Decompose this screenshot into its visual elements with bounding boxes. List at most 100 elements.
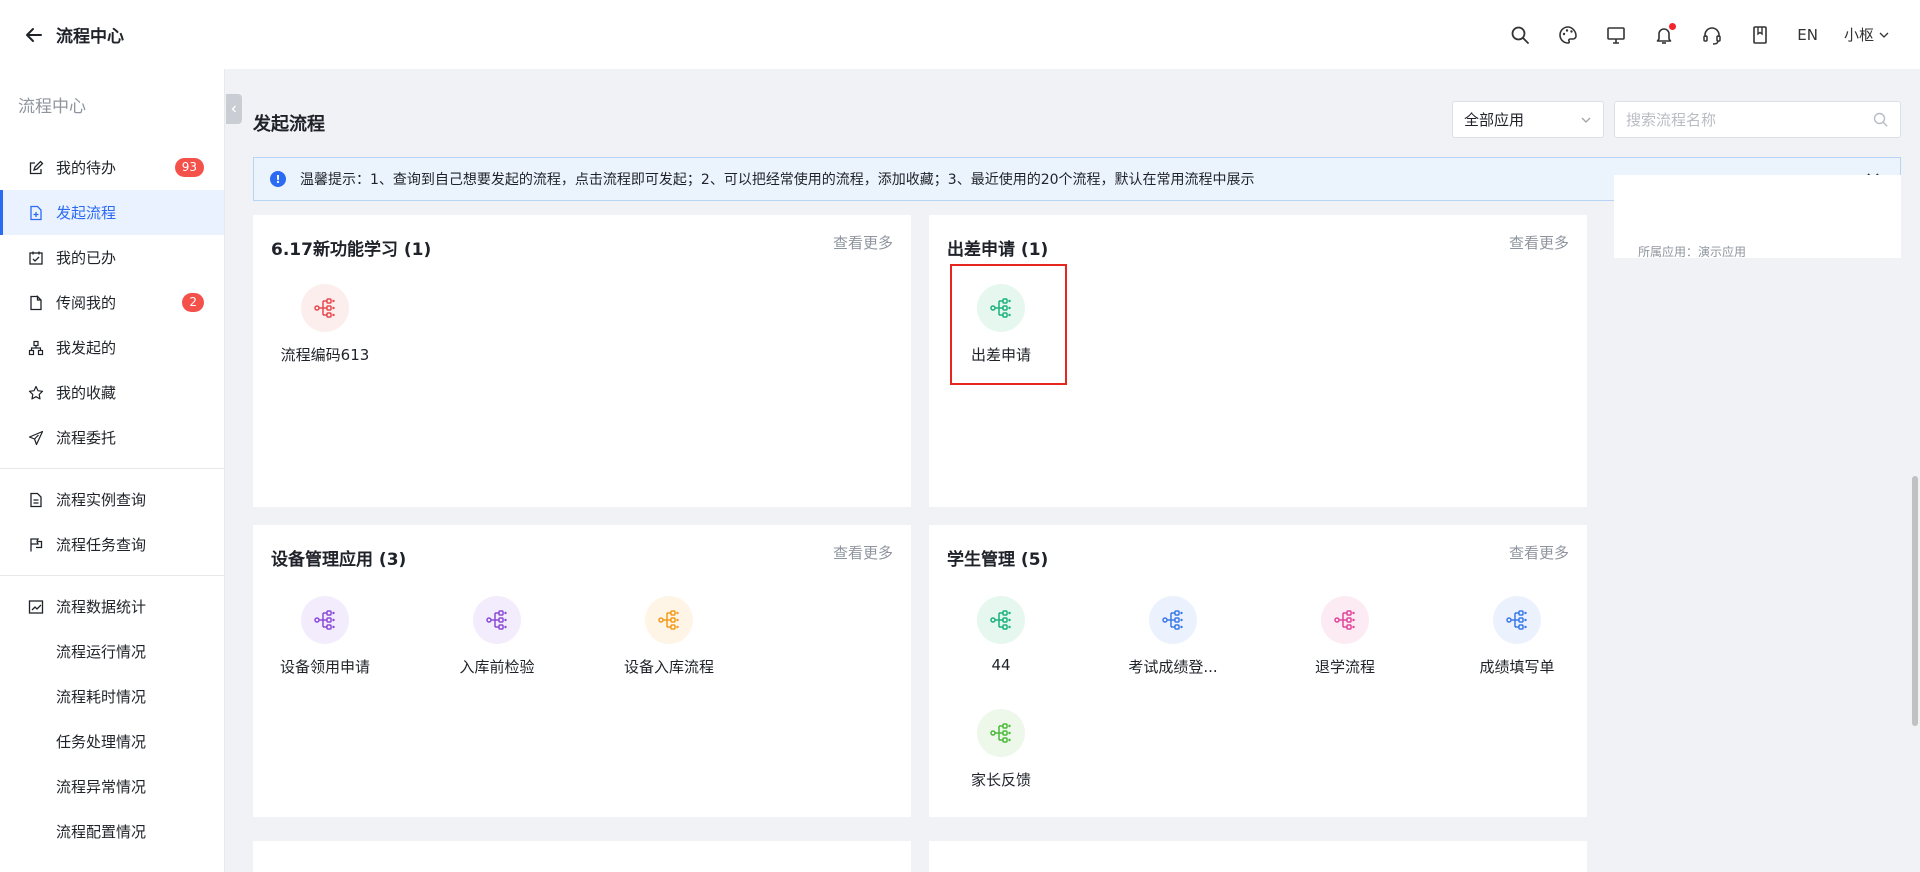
process-tree-icon (486, 610, 507, 630)
view-more-link[interactable]: 查看更多 (1509, 542, 1569, 563)
flow-icon (977, 709, 1025, 757)
notification-dot (1669, 22, 1677, 30)
sidebar-divider (0, 575, 224, 576)
flow-label: 设备入库流程 (623, 658, 714, 676)
scrollbar-thumb[interactable] (1912, 476, 1918, 726)
flow-label: 退学流程 (1314, 658, 1375, 676)
process-tree-icon (1334, 610, 1355, 630)
category-card: 出差申请 (1) 查看更多 出差申请 (929, 215, 1587, 507)
flow-label: 设备领用申请 (279, 658, 370, 676)
process-tree-icon (990, 610, 1011, 630)
search-box[interactable] (1614, 101, 1901, 138)
sidebar-subitem-exceptions[interactable]: 流程异常情况 (0, 764, 224, 809)
sidebar-subitem-duration[interactable]: 流程耗时情况 (0, 674, 224, 719)
edit-icon (28, 160, 44, 176)
header-title: 流程中心 (56, 27, 124, 47)
sidebar-item-favorites[interactable]: 我的收藏 (0, 370, 224, 415)
sidebar-item-label: 我的已办 (56, 249, 117, 267)
flow-item[interactable]: 家长反馈 (936, 709, 1066, 790)
sidebar-item-instance-query[interactable]: 流程实例查询 (0, 477, 224, 522)
file-plus-icon (28, 205, 44, 221)
sidebar-item-done[interactable]: 我的已办 (0, 235, 224, 280)
sidebar-item-label: 传阅我的 (56, 294, 117, 312)
flow-icon (301, 284, 349, 332)
search-icon[interactable] (1872, 111, 1889, 128)
sidebar-title: 流程中心 (18, 97, 86, 117)
view-more-link[interactable]: 查看更多 (833, 542, 893, 563)
flow-item[interactable]: 考试成绩登... (1108, 596, 1238, 677)
sidebar-item-label: 我发起的 (56, 339, 117, 357)
file-icon (28, 294, 44, 311)
main-content: 发起流程 全部应用 ! 温馨提示：1、查询到自己想要发起的流程，点击流程即可发起… (253, 69, 1903, 872)
org-chart-icon (28, 340, 44, 356)
flow-item[interactable]: 入库前检验 (432, 596, 562, 677)
flow-icon (1493, 596, 1541, 644)
chart-icon (28, 599, 44, 615)
tip-text: 温馨提示：1、查询到自己想要发起的流程，点击流程即可发起；2、可以把经常使用的流… (300, 172, 1255, 188)
sidebar-item-circulated[interactable]: 传阅我的 2 (0, 280, 224, 325)
process-tree-icon (658, 610, 679, 630)
sidebar-item-initiated[interactable]: 我发起的 (0, 325, 224, 370)
sidebar-item-label: 流程实例查询 (56, 491, 147, 509)
user-name: 小枢 (1843, 26, 1874, 44)
flow-item[interactable]: 流程编码613 (260, 284, 390, 365)
process-tree-icon (314, 298, 335, 318)
flow-item[interactable]: 设备入库流程 (604, 596, 734, 677)
sidebar-subitem-task-handling[interactable]: 任务处理情况 (0, 719, 224, 764)
bell-icon[interactable] (1653, 22, 1677, 46)
process-tree-icon (314, 610, 335, 630)
send-icon (28, 430, 44, 446)
category-card (929, 841, 1587, 872)
view-more-link[interactable]: 查看更多 (1509, 232, 1569, 253)
sidebar-collapse-button[interactable] (226, 94, 242, 124)
chevron-down-icon (1879, 32, 1889, 38)
document-list-icon (28, 492, 44, 508)
flow-icon (473, 596, 521, 644)
view-more-link[interactable]: 查看更多 (833, 232, 893, 253)
search-input[interactable] (1626, 110, 1856, 129)
app-select[interactable]: 全部应用 (1452, 101, 1604, 138)
sidebar-item-start-flow[interactable]: 发起流程 (0, 190, 224, 235)
flow-label: 成绩填写单 (1479, 658, 1555, 676)
flow-icon (645, 596, 693, 644)
top-header: 流程中心 EN 小枢 (0, 0, 1920, 69)
category-card: 设备管理应用 (3) 查看更多 设备领用申请 入库前检验 设备入库流程 (253, 525, 911, 817)
flow-icon (1321, 596, 1369, 644)
search-icon[interactable] (1509, 24, 1531, 46)
info-icon: ! (270, 171, 286, 187)
language-toggle[interactable]: EN (1797, 26, 1818, 44)
flow-item[interactable]: 设备领用申请 (260, 596, 390, 677)
sidebar-item-label: 流程委托 (56, 429, 117, 447)
flow-label: 流程编码613 (280, 346, 370, 364)
flow-item[interactable]: 44 (936, 596, 1066, 674)
book-icon[interactable] (1749, 24, 1771, 46)
sidebar-item-task-query[interactable]: 流程任务查询 (0, 522, 224, 567)
sidebar-item-statistics[interactable]: 流程数据统计 (0, 584, 224, 629)
flow-label: 入库前检验 (459, 658, 535, 676)
flow-item[interactable]: 退学流程 (1280, 596, 1410, 677)
sidebar-subitem-running[interactable]: 流程运行情况 (0, 629, 224, 674)
palette-icon[interactable] (1557, 24, 1579, 46)
sidebar-item-todo[interactable]: 我的待办 93 (0, 145, 224, 190)
process-tree-icon (1506, 610, 1527, 630)
headset-icon[interactable] (1701, 24, 1723, 46)
arrow-left-icon (26, 27, 42, 42)
user-menu[interactable]: 小枢 (1844, 24, 1890, 45)
process-tree-icon (1162, 610, 1183, 630)
flow-label: 44 (991, 656, 1011, 674)
flow-label: 家长反馈 (970, 771, 1031, 789)
back-button[interactable]: 流程中心 (24, 22, 124, 47)
monitor-icon[interactable] (1605, 24, 1627, 46)
sidebar-item-label: 我的待办 (56, 159, 117, 177)
todo-badge: 93 (174, 158, 204, 177)
sidebar-subitem-config[interactable]: 流程配置情况 (0, 809, 224, 854)
calendar-check-icon (28, 250, 44, 266)
sidebar: 流程中心 我的待办 93 发起流程 我的已办 传阅我的 2 我发起的 我的收藏 … (0, 69, 225, 872)
flow-icon (301, 596, 349, 644)
sidebar-item-delegate[interactable]: 流程委托 (0, 415, 224, 460)
flow-item[interactable]: 成绩填写单 (1452, 596, 1582, 677)
sidebar-item-label: 发起流程 (56, 204, 117, 222)
sidebar-item-label: 流程数据统计 (56, 598, 147, 616)
sidebar-item-label: 流程任务查询 (56, 536, 147, 554)
page-title: 发起流程 (253, 114, 325, 135)
